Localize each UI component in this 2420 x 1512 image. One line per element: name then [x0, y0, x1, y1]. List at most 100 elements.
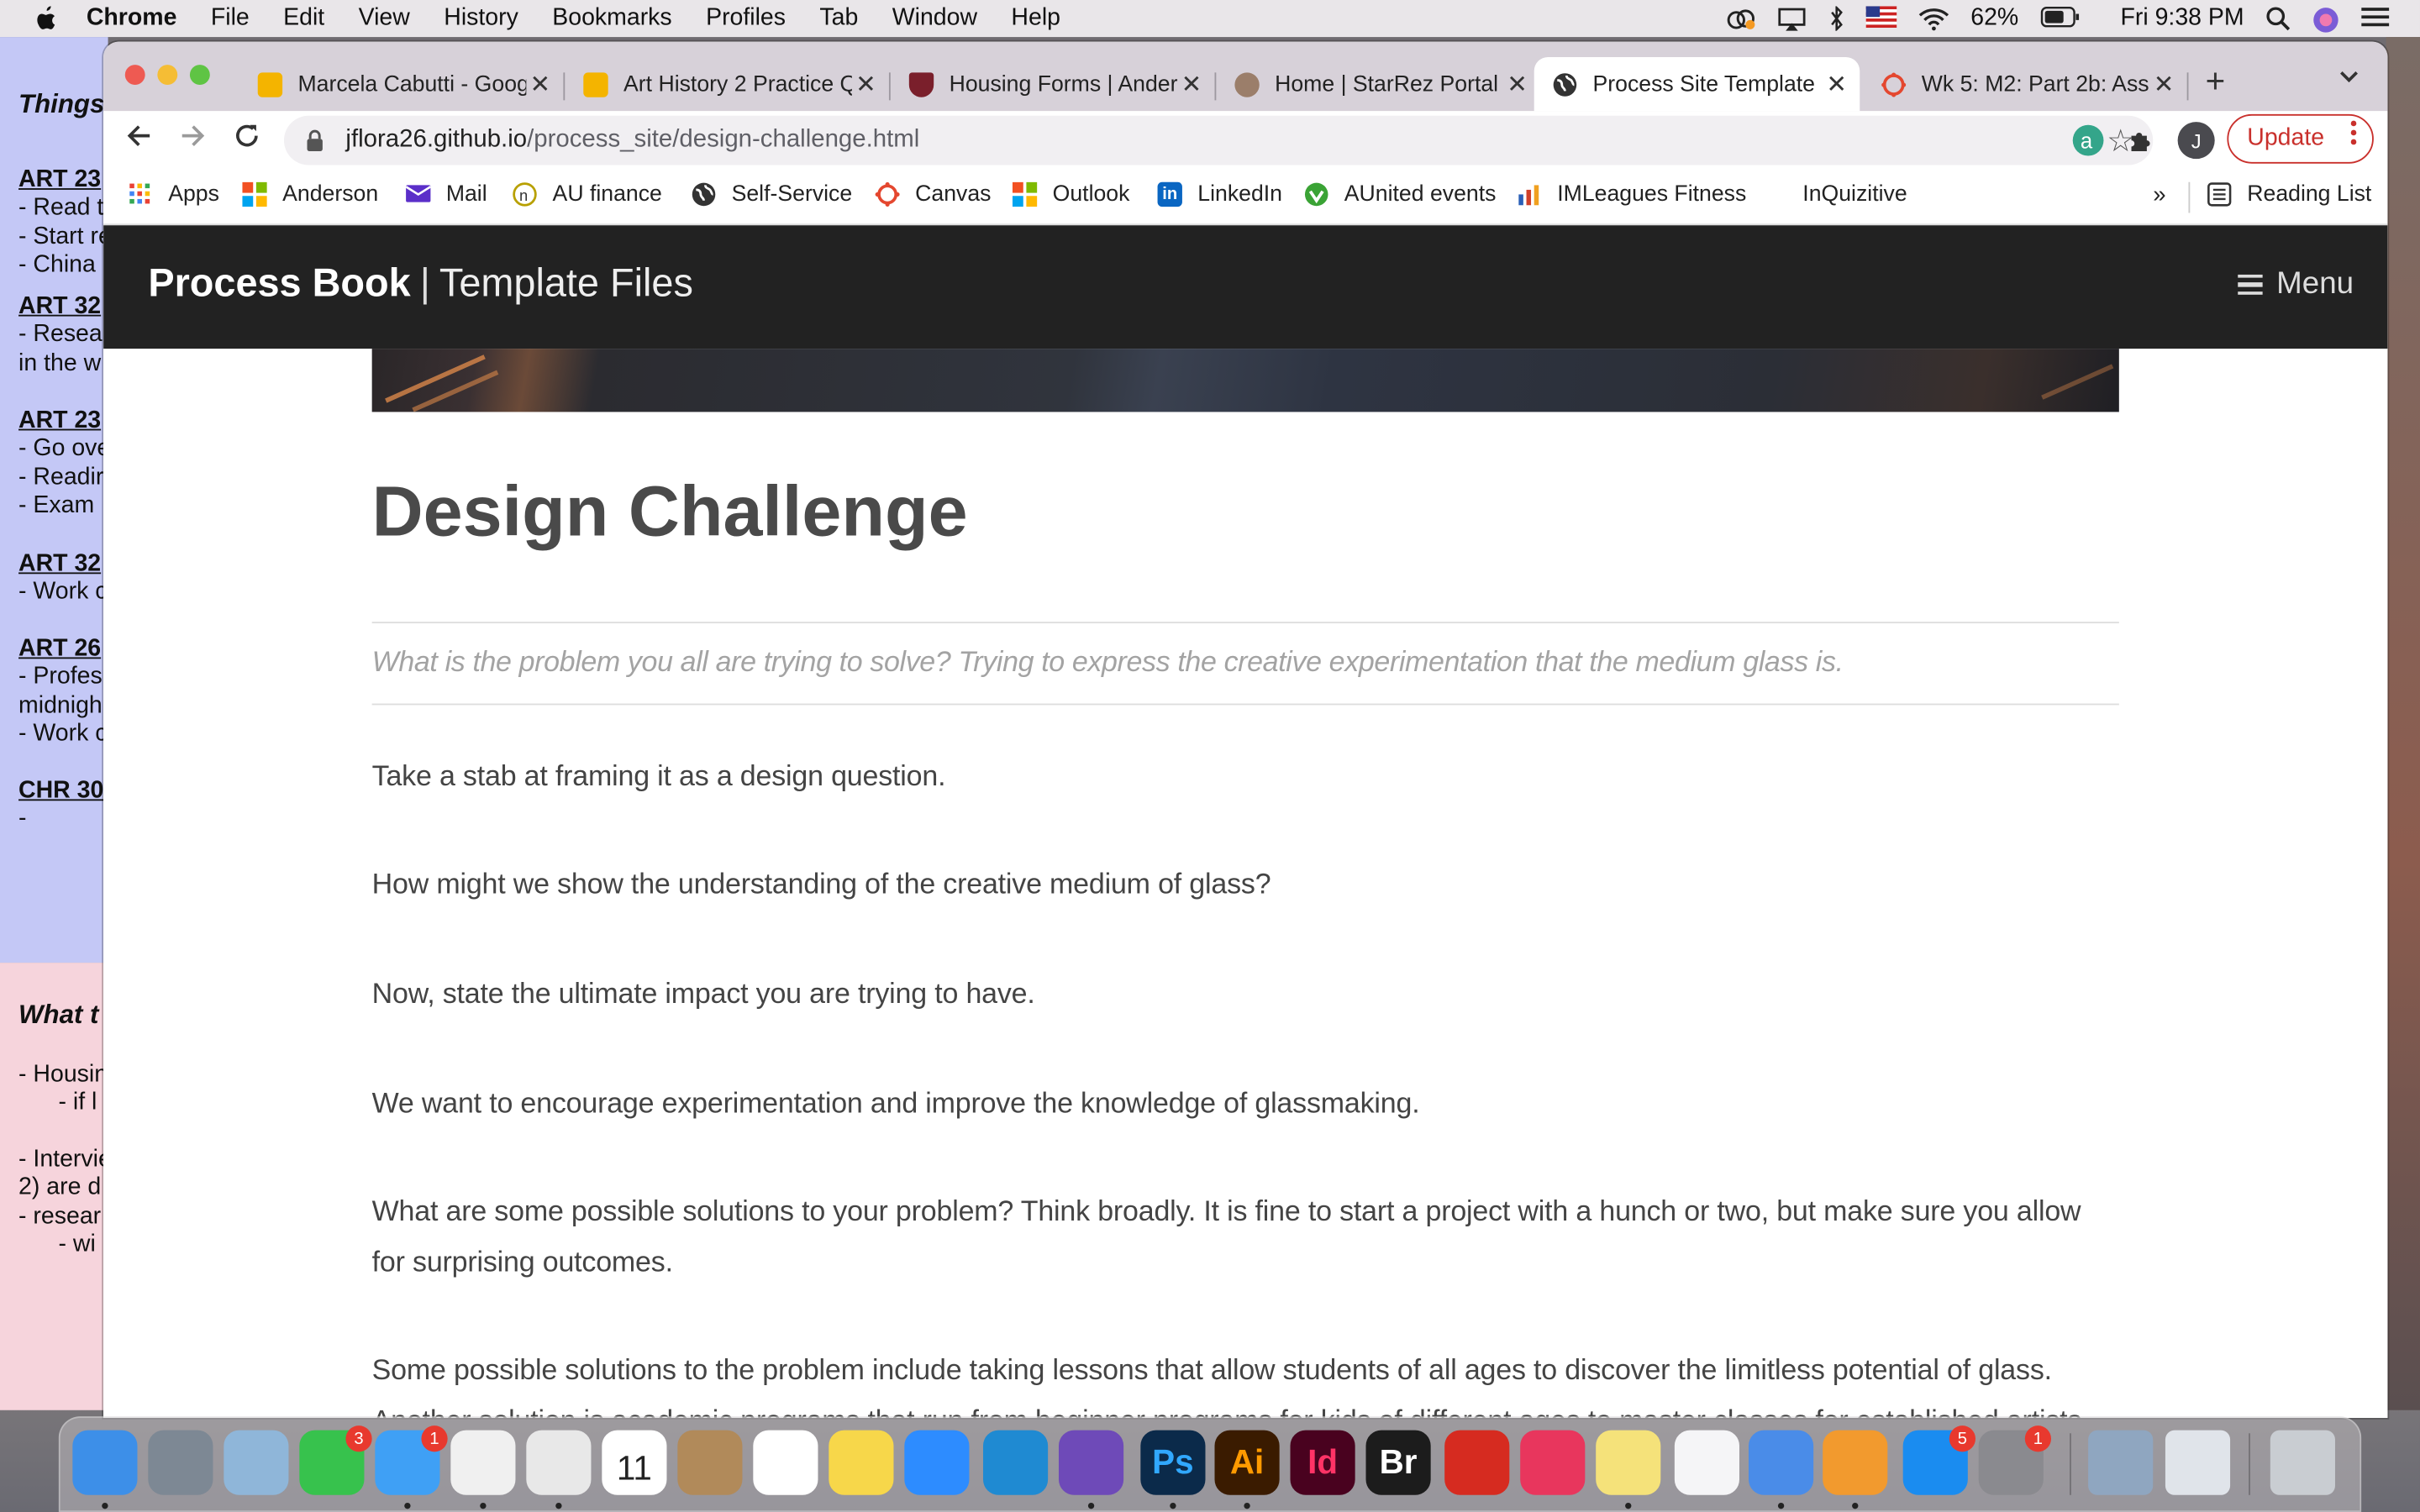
- tab-process-site-template[interactable]: Process Site Template ✕: [1534, 56, 1860, 112]
- bookmark-aunited-events[interactable]: AUnited events: [1304, 182, 1496, 207]
- mail-icon: [405, 182, 432, 207]
- bookmark-label: IMLeagues Fitness: [1557, 181, 1747, 207]
- close-tab-icon[interactable]: ✕: [852, 69, 880, 100]
- close-tab-icon[interactable]: ✕: [1823, 69, 1850, 100]
- minimize-window-button[interactable]: [157, 65, 178, 86]
- close-tab-icon[interactable]: ✕: [526, 69, 554, 100]
- illustrator-icon[interactable]: Ai: [1214, 1430, 1280, 1495]
- new-tab-icon[interactable]: +: [2206, 61, 2226, 102]
- url-text[interactable]: jflora26.github.io/process_site/design-c…: [345, 127, 919, 155]
- bookmark-label: AU finance: [552, 181, 662, 207]
- reading-list-button[interactable]: Reading List: [2207, 182, 2371, 207]
- creative-cloud-status-icon[interactable]: [1723, 6, 1755, 30]
- extensions-puzzle-icon[interactable]: [2125, 125, 2156, 156]
- bluetooth-icon[interactable]: [1828, 5, 1844, 33]
- menu-edit[interactable]: Edit: [283, 5, 324, 33]
- bookmark-label: Outlook: [1052, 181, 1130, 207]
- grammarly-extension-icon[interactable]: a: [2072, 124, 2104, 156]
- back-arrow-icon[interactable]: [125, 122, 153, 159]
- downloads-folder-icon[interactable]: [2165, 1430, 2231, 1495]
- menu-help[interactable]: Help: [1011, 5, 1060, 33]
- keynote-icon[interactable]: [1749, 1430, 1814, 1495]
- bookmark-imleagues[interactable]: IMLeagues Fitness: [1518, 181, 1747, 207]
- github-desktop-icon[interactable]: [1058, 1430, 1124, 1495]
- siri-icon[interactable]: [2312, 6, 2339, 33]
- input-source-flag-icon[interactable]: [1865, 6, 1897, 30]
- chrome-icon[interactable]: [526, 1430, 592, 1495]
- reload-icon[interactable]: [233, 122, 260, 159]
- close-tab-icon[interactable]: ✕: [2150, 69, 2178, 100]
- tab-marcela-cabutti[interactable]: Marcela Cabutti - Goog ✕: [239, 57, 564, 111]
- address-bar[interactable]: jflora26.github.io/process_site/design-c…: [283, 115, 2154, 165]
- spotlight-search-icon[interactable]: [2265, 6, 2291, 31]
- profile-avatar[interactable]: J: [2177, 122, 2215, 160]
- menu-app-name[interactable]: Chrome: [87, 5, 177, 33]
- zoom-icon[interactable]: [904, 1430, 970, 1495]
- bookmark-outlook[interactable]: Outlook: [1012, 181, 1130, 207]
- zoom-window-button[interactable]: [189, 65, 210, 86]
- menu-view[interactable]: View: [359, 5, 410, 33]
- update-button[interactable]: Update: [2227, 113, 2374, 164]
- wifi-icon[interactable]: [1918, 6, 1949, 31]
- close-tab-icon[interactable]: ✕: [1503, 69, 1531, 100]
- photoshop-icon[interactable]: Ps: [1140, 1430, 1206, 1495]
- control-center-icon[interactable]: [2361, 6, 2390, 30]
- bookmark-canvas[interactable]: Canvas: [875, 182, 991, 207]
- bookmark-self-service[interactable]: Self-Service: [692, 182, 852, 207]
- bookmark-inquizitive[interactable]: InQuizitive: [1802, 182, 1907, 207]
- tab-search-chevron-icon[interactable]: [2338, 65, 2360, 89]
- bookmark-au-finance[interactable]: n AU finance: [513, 182, 662, 207]
- music-icon[interactable]: [1674, 1430, 1739, 1495]
- tab-starrez-portal[interactable]: Home | StarRez Portal ✕: [1216, 57, 1540, 111]
- menu-window[interactable]: Window: [892, 5, 977, 33]
- bridge-icon[interactable]: Br: [1365, 1430, 1431, 1495]
- menu-profiles[interactable]: Profiles: [706, 5, 786, 33]
- airplay-icon[interactable]: [1776, 6, 1807, 31]
- lock-icon[interactable]: [306, 129, 324, 151]
- close-tab-icon[interactable]: ✕: [1177, 69, 1205, 100]
- site-brand[interactable]: Process Book | Template Files: [148, 262, 693, 307]
- tab-art-history[interactable]: Art History 2 Practice Q ✕: [565, 57, 889, 111]
- forward-arrow-icon[interactable]: [179, 122, 207, 159]
- calculator-icon[interactable]: [677, 1430, 743, 1495]
- site-menu-button[interactable]: Menu: [2238, 267, 2354, 302]
- menu-bookmarks[interactable]: Bookmarks: [552, 5, 671, 33]
- creative-cloud-icon[interactable]: [1520, 1430, 1586, 1495]
- menu-file[interactable]: File: [211, 5, 250, 33]
- menu-tab[interactable]: Tab: [819, 5, 858, 33]
- bookmark-apps[interactable]: Apps: [128, 182, 219, 207]
- anderson-shield-icon: [908, 71, 934, 97]
- more-menu-icon[interactable]: [2350, 120, 2357, 146]
- menu-history[interactable]: History: [444, 5, 518, 33]
- hero-image: [371, 349, 2119, 412]
- light-streak: [412, 370, 499, 412]
- finder-icon[interactable]: [72, 1430, 138, 1495]
- tab-housing-forms[interactable]: Housing Forms | Ander ✕: [891, 57, 1215, 111]
- clock[interactable]: Fri 9:38 PM: [2120, 5, 2244, 33]
- launchpad-icon[interactable]: [148, 1430, 213, 1495]
- stickies-icon[interactable]: [1596, 1430, 1661, 1495]
- calendar-icon[interactable]: 11: [602, 1430, 667, 1495]
- bookmark-anderson[interactable]: Anderson: [242, 181, 378, 207]
- aunited-icon: [1304, 182, 1328, 207]
- tab-wk5-m2[interactable]: Wk 5: M2: Part 2b: Ass ✕: [1863, 57, 2187, 111]
- photos-icon[interactable]: [450, 1430, 516, 1495]
- acrobat-icon[interactable]: [1444, 1430, 1510, 1495]
- pages-icon[interactable]: [1823, 1430, 1888, 1495]
- reading-list-icon: [2207, 182, 2232, 207]
- apple-menu-icon[interactable]: [34, 5, 61, 33]
- notes-icon[interactable]: [829, 1430, 894, 1495]
- bookmark-linkedin[interactable]: in LinkedIn: [1157, 181, 1282, 207]
- bookmarks-overflow-icon[interactable]: »: [2153, 182, 2165, 208]
- trash-icon[interactable]: [2270, 1430, 2335, 1495]
- screenshot-folder-icon[interactable]: [2088, 1430, 2154, 1495]
- reminders-icon[interactable]: [753, 1430, 818, 1495]
- indesign-icon[interactable]: Id: [1290, 1430, 1355, 1495]
- battery-icon[interactable]: [2040, 6, 2081, 30]
- bookmark-mail[interactable]: Mail: [405, 182, 487, 207]
- close-window-button[interactable]: [124, 65, 145, 86]
- google-slides-icon: [583, 71, 608, 97]
- note-line: ART 23: [18, 166, 102, 193]
- preview-icon[interactable]: [224, 1430, 289, 1495]
- vscode-icon[interactable]: [982, 1430, 1049, 1495]
